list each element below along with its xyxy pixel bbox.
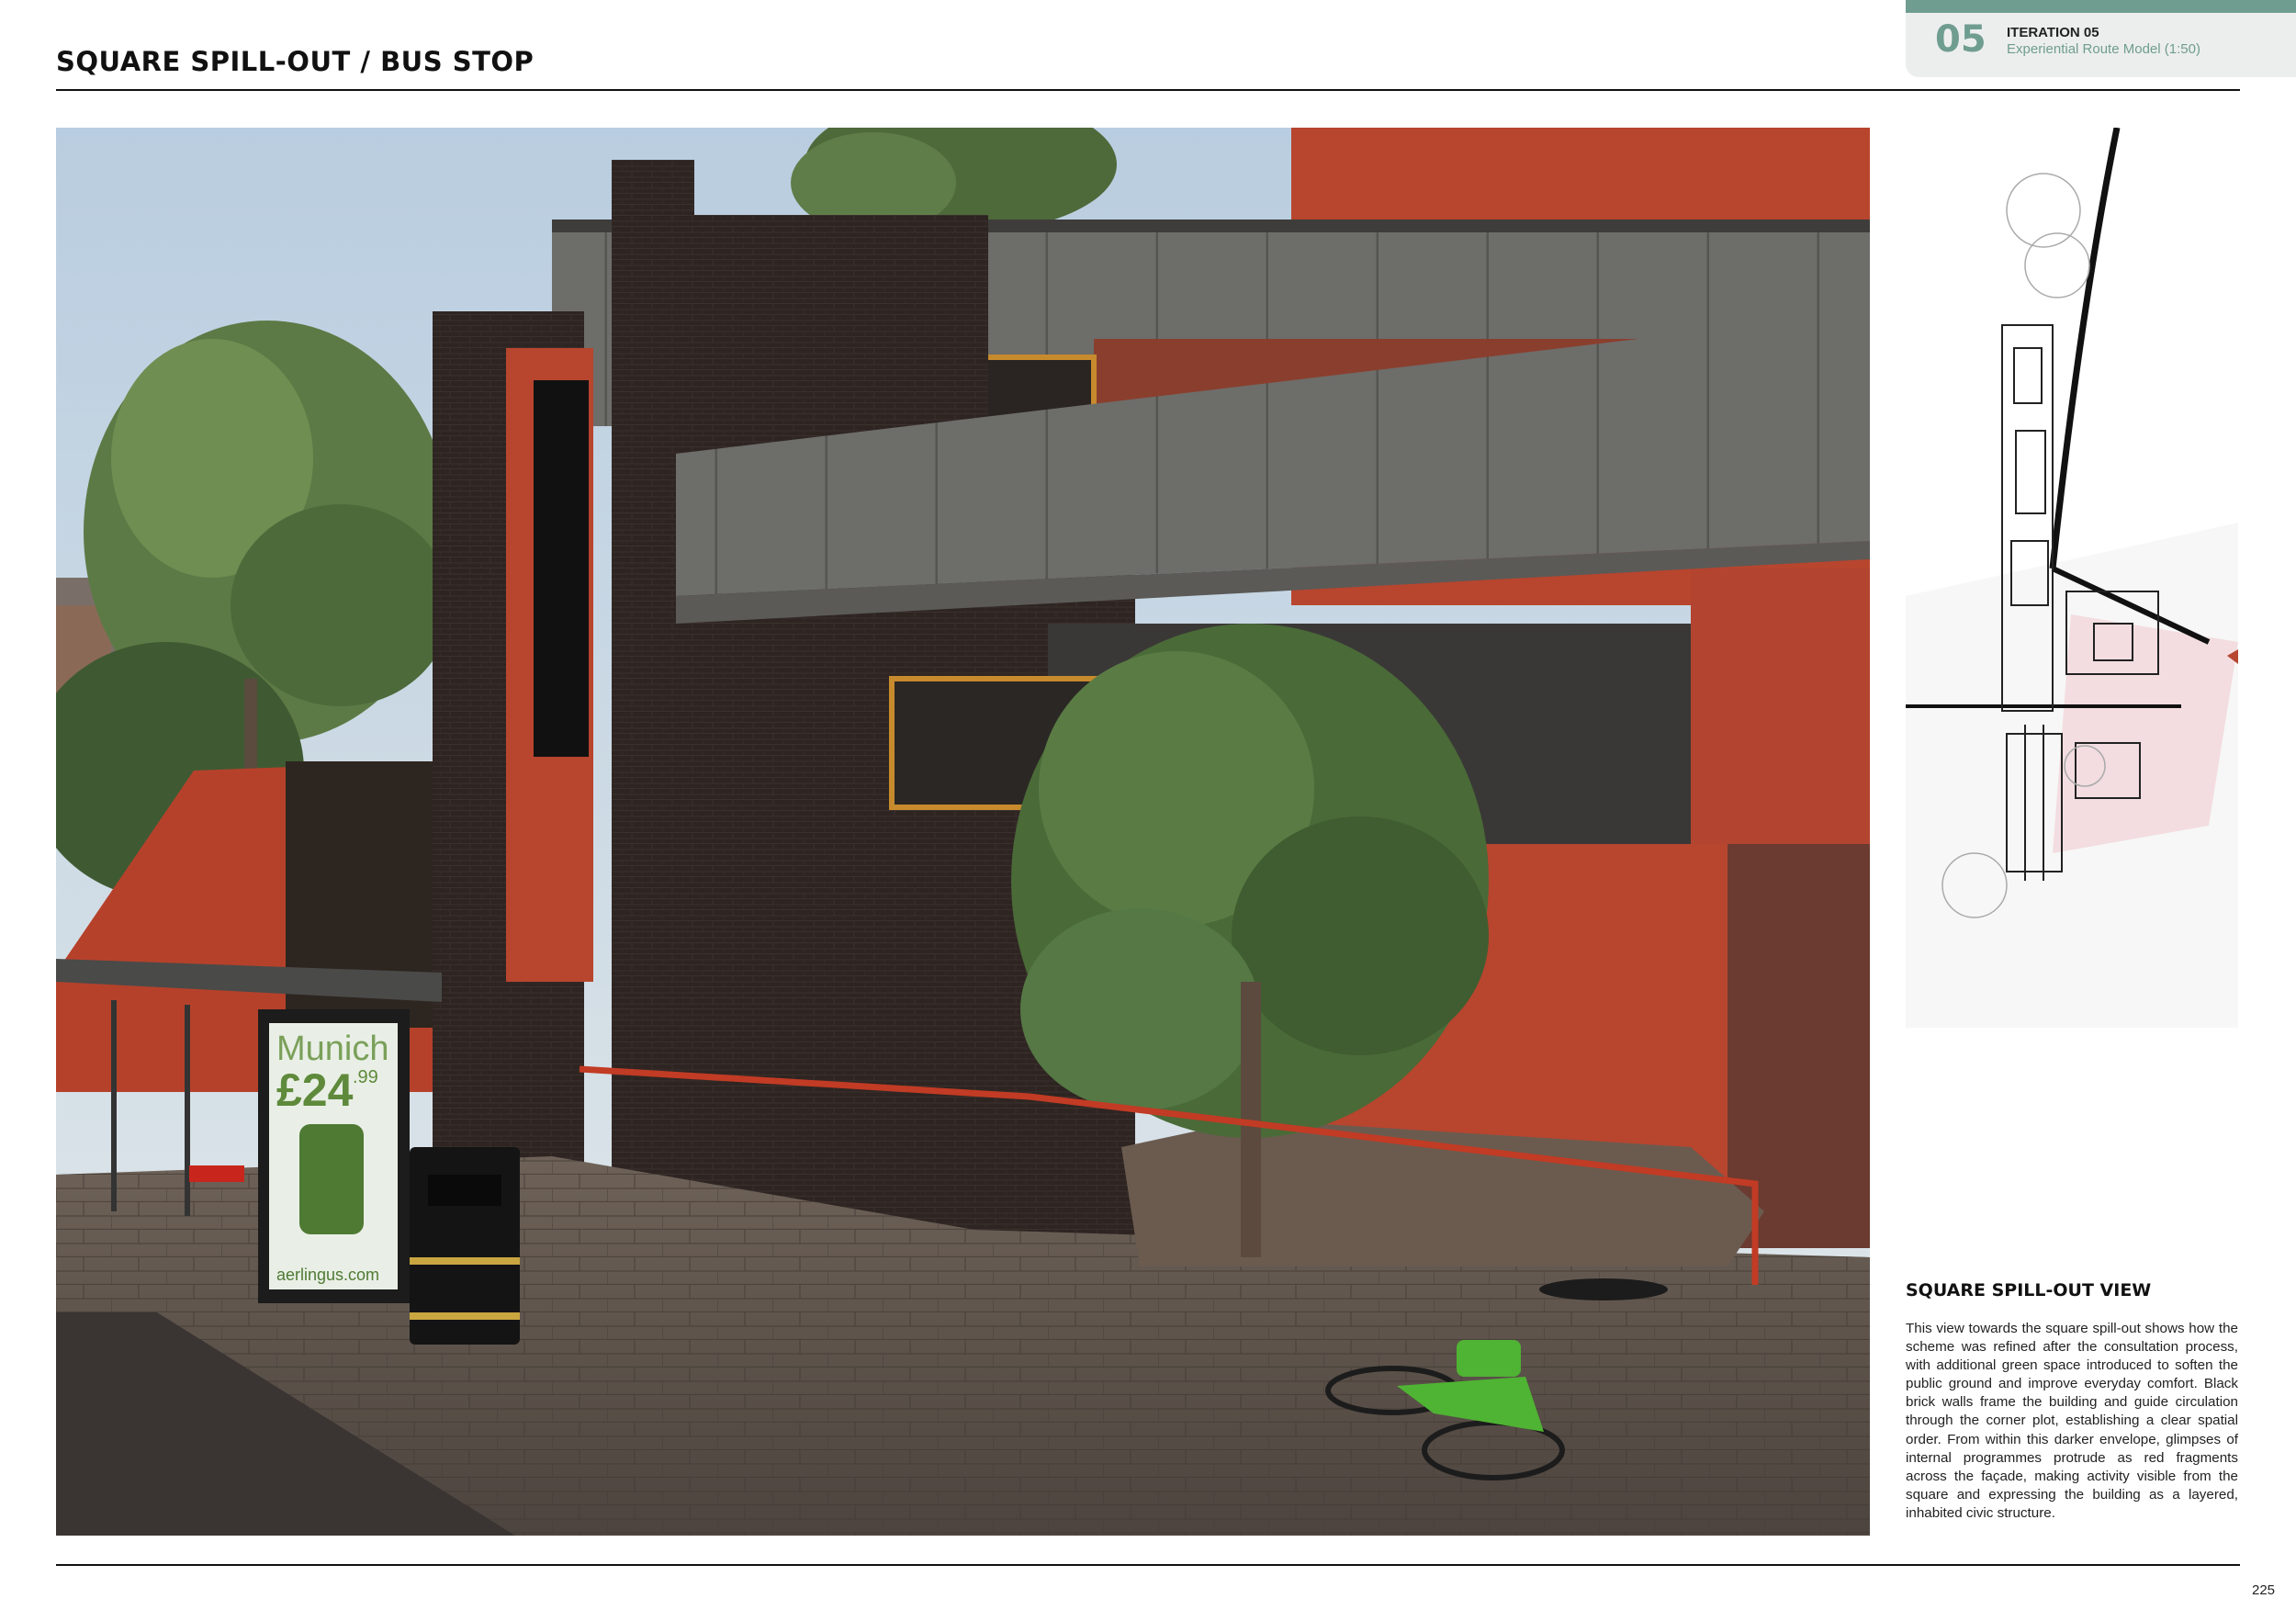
section-body: This view towards the square spill-out s… [1906, 1321, 2238, 1521]
iteration-tab: 05 ITERATION 05 Experiential Route Model… [1906, 0, 2296, 77]
poster-tankard [299, 1124, 364, 1234]
site-plan [1906, 127, 2238, 1028]
skateboard [1539, 1278, 1668, 1300]
brick-column-main [612, 160, 694, 1308]
page-title: SQUARE SPILL-OUT / BUS STOP [56, 46, 535, 77]
architectural-render: Munich £24 .99 aerlingus.com [56, 128, 1870, 1536]
iteration-subtitle: Experiential Route Model (1:50) [2007, 41, 2200, 57]
litter-bin [410, 1147, 520, 1345]
page-number: 225 [2252, 1582, 2276, 1598]
poster-price: £24 [276, 1064, 354, 1116]
section-heading: SQUARE SPILL-OUT VIEW [1906, 1280, 2152, 1300]
iteration-number: 05 [1935, 18, 1986, 61]
header-divider [56, 89, 2240, 91]
poster-city: Munich [276, 1030, 389, 1068]
iteration-title: ITERATION 05 [2007, 25, 2099, 40]
footer-divider [56, 1564, 2240, 1566]
iteration-accent-bar [1906, 0, 2296, 13]
poster-url: aerlingus.com [276, 1266, 379, 1284]
poster-cents: .99 [353, 1067, 378, 1087]
